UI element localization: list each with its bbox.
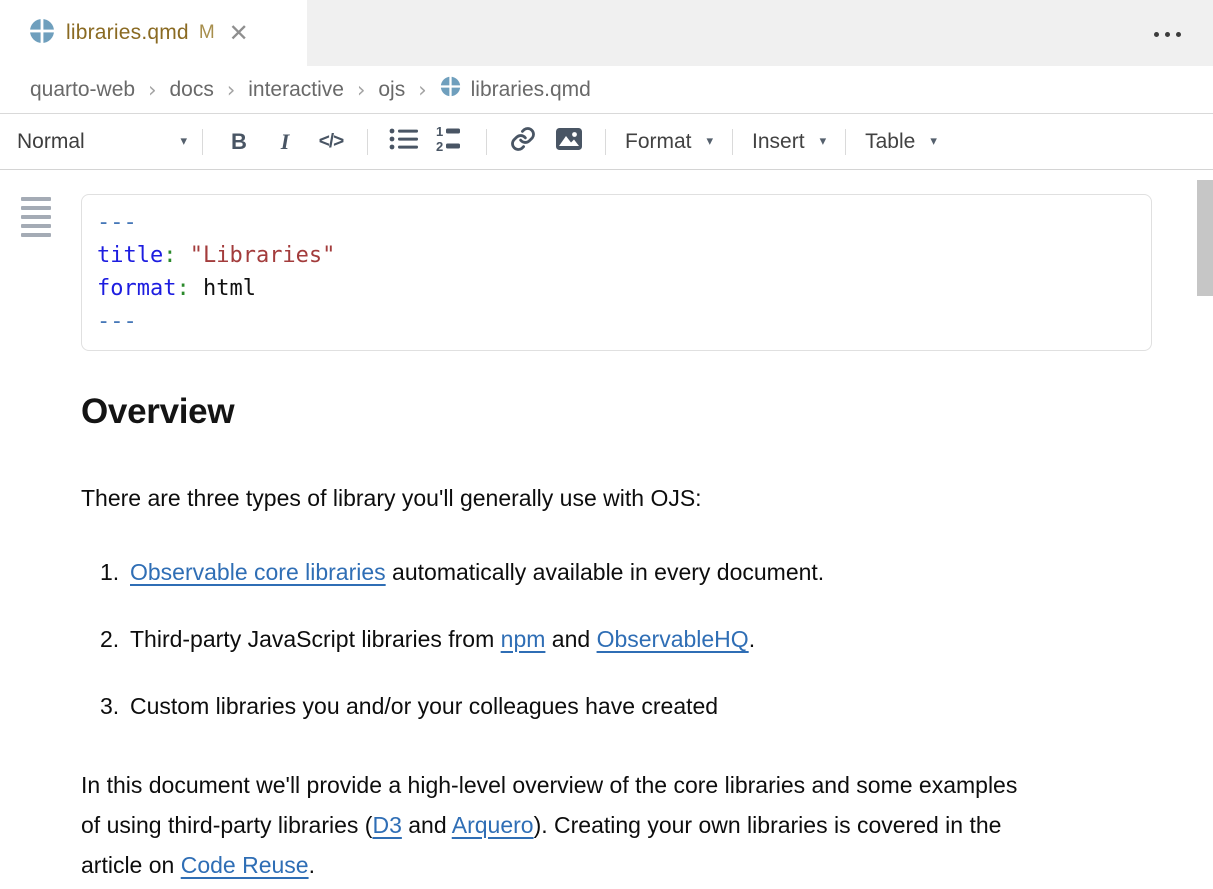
- link-observablehq[interactable]: ObservableHQ: [597, 626, 749, 652]
- breadcrumb-separator: ›: [227, 78, 235, 102]
- chevron-down-icon: ▾: [930, 135, 937, 148]
- svg-text:1: 1: [436, 125, 443, 139]
- svg-text:2: 2: [436, 139, 443, 153]
- bullet-list-button[interactable]: [381, 122, 427, 162]
- table-menu[interactable]: Table ▾: [859, 126, 943, 158]
- insert-image-button[interactable]: [546, 122, 592, 162]
- breadcrumb-item-interactive[interactable]: interactive: [248, 78, 344, 102]
- quarto-file-icon: [29, 18, 55, 49]
- bold-icon: B: [231, 129, 247, 155]
- code-icon: </>: [319, 131, 343, 153]
- breadcrumb-file-label: libraries.qmd: [471, 78, 591, 102]
- toolbar-divider: [732, 129, 733, 155]
- chevron-down-icon: ▾: [820, 135, 827, 148]
- document-body: Overview There are three types of librar…: [81, 392, 1156, 885]
- yaml-open-delimiter: ---: [97, 206, 1136, 239]
- insert-link-button[interactable]: [500, 122, 546, 162]
- breadcrumb-item-file[interactable]: libraries.qmd: [440, 76, 591, 103]
- toolbar-divider: [845, 129, 846, 155]
- link-d3[interactable]: D3: [372, 812, 401, 838]
- list-item: 3. Custom libraries you and/or your coll…: [81, 691, 1156, 721]
- chevron-down-icon: ▾: [180, 135, 187, 148]
- vertical-scrollbar-thumb[interactable]: [1197, 180, 1213, 296]
- link-npm[interactable]: npm: [501, 626, 546, 652]
- list-number: 1.: [81, 557, 130, 587]
- list-number: 2.: [81, 624, 130, 654]
- ordered-list: 1. Observable core libraries automatical…: [81, 557, 1156, 721]
- breadcrumb-item-docs[interactable]: docs: [169, 78, 213, 102]
- more-actions-icon[interactable]: [1150, 28, 1185, 41]
- list-number: 3.: [81, 691, 130, 721]
- tab-bar: libraries.qmd M ✕: [0, 0, 1213, 66]
- close-icon[interactable]: ✕: [229, 21, 249, 45]
- document-editor: --- title:"Libraries" format:html --- Ov…: [0, 170, 1213, 889]
- yaml-front-matter-block[interactable]: --- title:"Libraries" format:html ---: [81, 194, 1152, 351]
- italic-button[interactable]: I: [262, 122, 308, 162]
- editor-toolbar: Normal ▾ B I </> 1 2: [0, 114, 1213, 170]
- table-menu-label: Table: [865, 130, 915, 154]
- link-code-reuse[interactable]: Code Reuse: [181, 852, 309, 878]
- breadcrumb-item-quarto-web[interactable]: quarto-web: [30, 78, 135, 102]
- format-menu-label: Format: [625, 130, 692, 154]
- list-item: 2. Third-party JavaScript libraries from…: [81, 624, 1156, 654]
- numbered-list-icon: 1 2: [435, 125, 465, 158]
- list-item: 1. Observable core libraries automatical…: [81, 557, 1156, 587]
- yaml-format-line: format:html: [97, 272, 1136, 305]
- image-icon: [555, 126, 583, 157]
- quarto-file-icon: [440, 76, 461, 103]
- numbered-list-button[interactable]: 1 2: [427, 122, 473, 162]
- intro-paragraph: There are three types of library you'll …: [81, 478, 1156, 518]
- breadcrumb-separator: ›: [418, 78, 426, 102]
- toolbar-divider: [367, 129, 368, 155]
- yaml-title-line: title:"Libraries": [97, 239, 1136, 272]
- chevron-down-icon: ▾: [707, 135, 714, 148]
- block-drag-handle-icon[interactable]: [21, 197, 51, 242]
- breadcrumb: quarto-web › docs › interactive › ojs › …: [0, 66, 1213, 114]
- code-button[interactable]: </>: [308, 122, 354, 162]
- insert-menu[interactable]: Insert ▾: [746, 126, 832, 158]
- link-icon: [509, 125, 537, 158]
- toolbar-divider: [202, 129, 203, 155]
- italic-icon: I: [281, 129, 290, 155]
- link-arquero[interactable]: Arquero: [452, 812, 534, 838]
- paragraph-style-select[interactable]: Normal ▾: [15, 126, 189, 158]
- insert-menu-label: Insert: [752, 130, 805, 154]
- bullet-list-icon: [389, 126, 419, 157]
- toolbar-divider: [605, 129, 606, 155]
- format-menu[interactable]: Format ▾: [619, 126, 719, 158]
- toolbar-divider: [486, 129, 487, 155]
- closing-paragraph: In this document we'll provide a high-le…: [81, 765, 1031, 885]
- tab-title: libraries.qmd: [66, 21, 189, 45]
- modified-badge: M: [199, 22, 215, 44]
- breadcrumb-separator: ›: [357, 78, 365, 102]
- paragraph-style-value: Normal: [17, 130, 85, 154]
- breadcrumb-item-ojs[interactable]: ojs: [378, 78, 405, 102]
- bold-button[interactable]: B: [216, 122, 262, 162]
- yaml-close-delimiter: ---: [97, 305, 1136, 338]
- breadcrumb-separator: ›: [148, 78, 156, 102]
- heading-overview: Overview: [81, 392, 1156, 432]
- tab-libraries-qmd[interactable]: libraries.qmd M ✕: [0, 0, 307, 66]
- link-observable-core-libraries[interactable]: Observable core libraries: [130, 559, 386, 585]
